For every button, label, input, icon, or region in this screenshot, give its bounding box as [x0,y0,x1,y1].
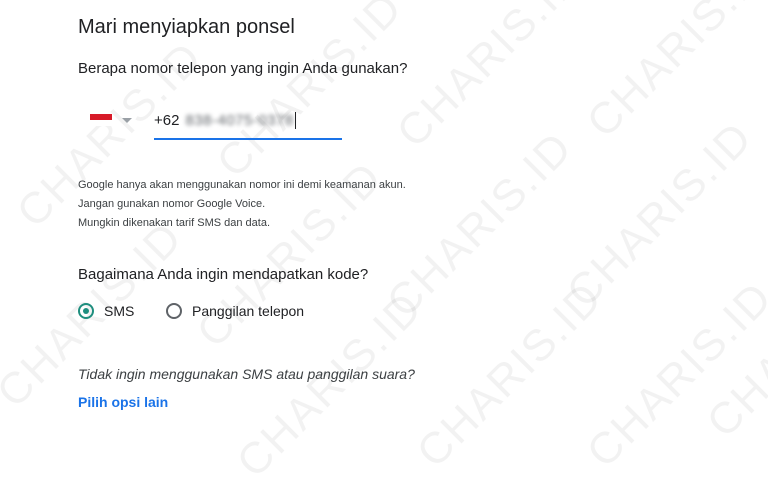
watermark-text: CHARIS.ID [697,242,768,447]
text-caret [294,112,296,129]
phone-number-input[interactable]: +62 838-4075-0378 [154,112,342,140]
chevron-down-icon [122,117,132,123]
info-line: Mungkin dikenakan tarif SMS dan data. [78,217,271,229]
watermark-text: CHARIS.ID [577,272,768,477]
phone-number-value: 838-4075-0378 [185,112,294,129]
watermark-text: CHARIS.ID [387,0,593,157]
alternative-question: Tidak ingin menggunakan SMS atau panggil… [78,366,415,382]
verification-method-group: SMS Panggilan telepon [78,303,304,319]
verification-question: Bagaimana Anda ingin mendapatkan kode? [78,266,369,283]
radio-sms[interactable] [78,303,94,319]
watermark-text: CHARIS.ID [557,112,763,317]
country-selector[interactable] [90,112,140,128]
info-line: Google hanya akan menggunakan nomor ini … [78,179,406,191]
radio-label-sms: SMS [104,303,135,319]
choose-other-option-link[interactable]: Pilih opsi lain [78,394,168,410]
dial-code: +62 [154,112,180,129]
info-line: Jangan gunakan nomor Google Voice. [78,198,266,210]
radio-label-phone-call: Panggilan telepon [192,303,305,319]
info-text: Google hanya akan menggunakan nomor ini … [78,176,406,233]
radio-phone-call[interactable] [166,303,182,319]
page-title: Mari menyiapkan ponsel [78,16,295,38]
radio-option-sms[interactable]: SMS [78,303,166,319]
watermark-text: CHARIS.ID [407,272,613,477]
radio-option-phone-call[interactable]: Panggilan telepon [166,303,304,319]
watermark-text: CHARIS.ID [577,0,768,147]
indonesia-flag-icon [90,114,112,126]
watermark-text: CHARIS.ID [377,122,583,327]
phone-question: Berapa nomor telepon yang ingin Anda gun… [78,60,408,77]
